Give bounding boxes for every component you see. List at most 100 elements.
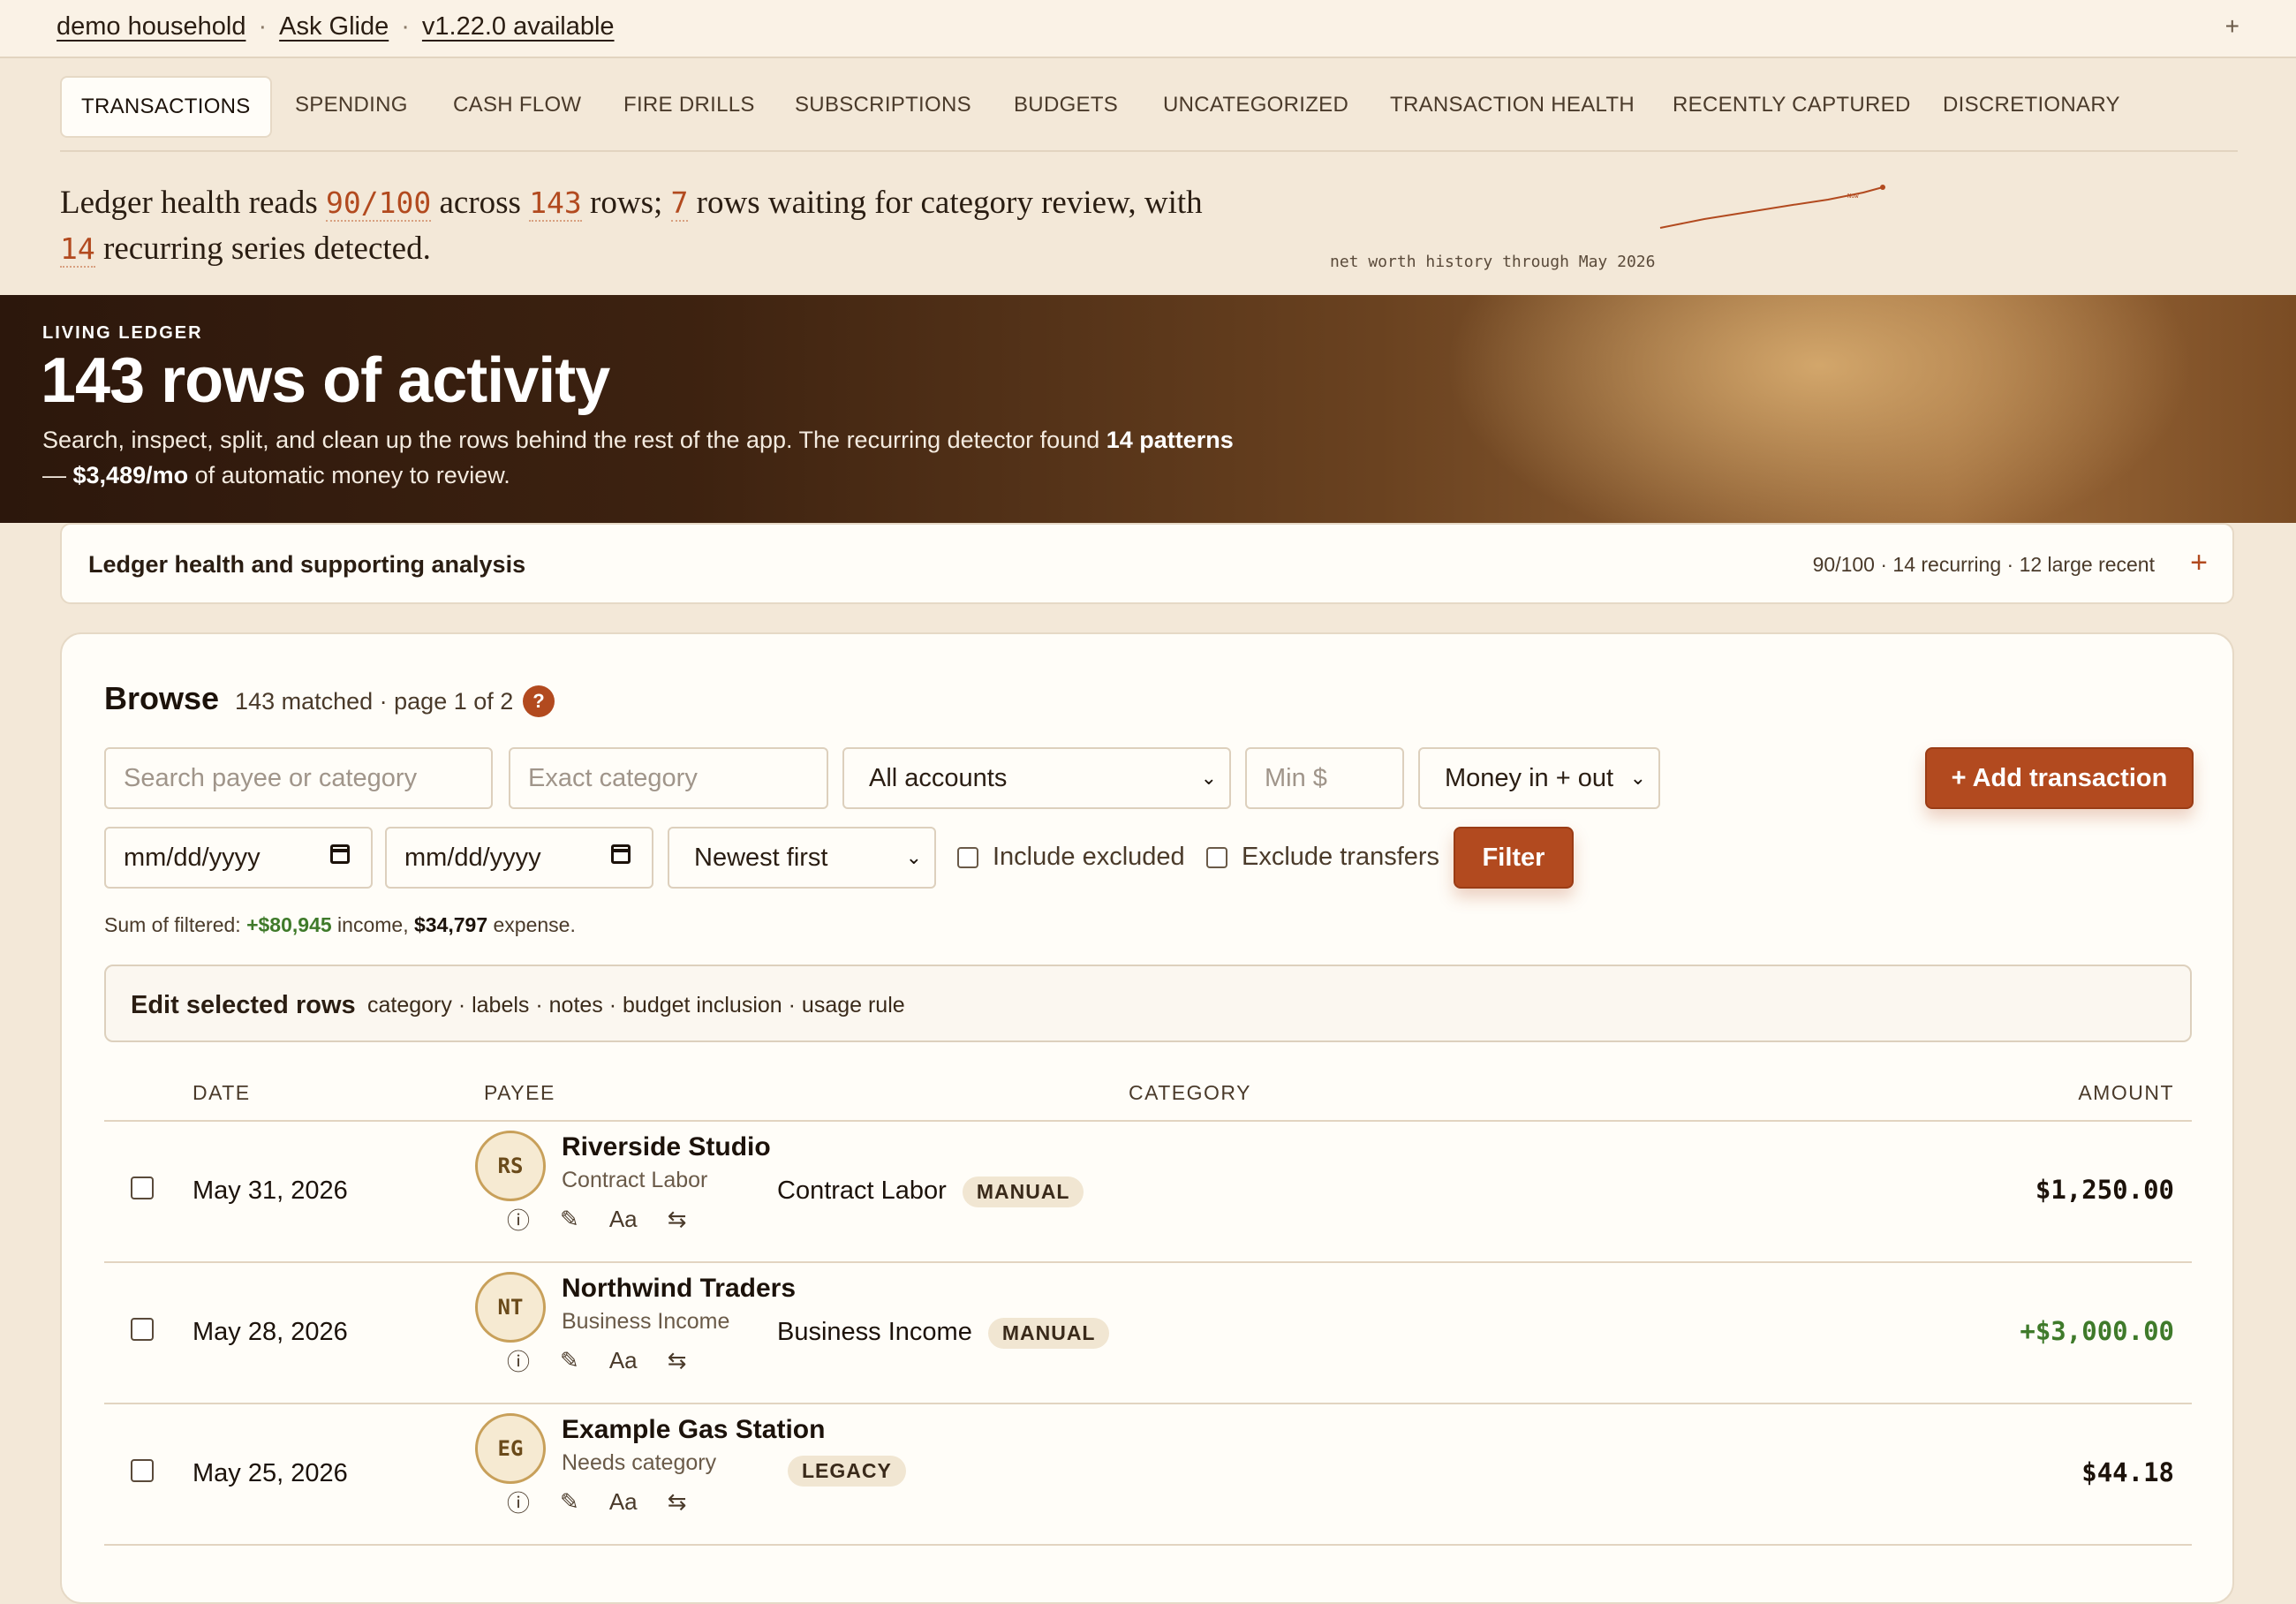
transfer-arrows-icon[interactable]: ⇆ <box>668 1488 687 1516</box>
info-icon[interactable]: ⓘ <box>507 1486 530 1518</box>
row-date: May 25, 2026 <box>193 1459 348 1487</box>
table-row[interactable]: May 25, 2026 EG Example Gas Station Need… <box>104 1403 2192 1546</box>
household-link[interactable]: demo household <box>57 12 245 41</box>
tab-spending[interactable]: SPENDING <box>295 76 408 134</box>
transfer-arrows-icon[interactable]: ⇆ <box>668 1206 687 1233</box>
row-payee[interactable]: Northwind Traders <box>562 1274 796 1304</box>
tab-budgets[interactable]: BUDGETS <box>1014 76 1118 134</box>
row-amount: $44.18 <box>2081 1457 2174 1487</box>
ledger-summary: Ledger health reads 90/100 across 143 ro… <box>60 185 1203 268</box>
sort-select[interactable]: Newest first ⌄ <box>668 827 936 889</box>
collapse-title: Ledger health and supporting analysis <box>88 551 526 578</box>
column-amount[interactable]: AMOUNT <box>2078 1081 2174 1105</box>
column-payee[interactable]: PAYEE <box>484 1081 555 1105</box>
info-icon[interactable]: ⓘ <box>507 1344 530 1377</box>
tab-cash-flow[interactable]: CASH FLOW <box>453 76 581 134</box>
rename-text-icon[interactable]: Aa <box>609 1206 638 1233</box>
ask-glide-link[interactable]: Ask Glide <box>279 12 389 41</box>
search-input[interactable]: Search payee or category <box>104 747 493 809</box>
column-category[interactable]: CATEGORY <box>1129 1081 1251 1105</box>
row-payee[interactable]: Riverside Studio <box>562 1132 771 1162</box>
row-amount: $1,250.00 <box>2035 1175 2174 1205</box>
row-actions: ⓘ ✎ Aa ⇆ <box>507 1344 716 1377</box>
tab-discretionary[interactable]: DISCRETIONARY <box>1943 76 2120 134</box>
expand-plus-icon[interactable]: + <box>2190 546 2208 580</box>
calendar-icon[interactable] <box>330 844 350 864</box>
hero-banner: LIVING LEDGER 143 rows of activity Searc… <box>0 295 2296 523</box>
info-icon[interactable]: ⓘ <box>507 1203 530 1236</box>
row-actions: ⓘ ✎ Aa ⇆ <box>507 1203 716 1236</box>
row-payee-sub: Contract Labor <box>562 1168 708 1192</box>
collapse-meta: 90/100 · 14 recurring · 12 large recent <box>1812 553 2155 576</box>
checkbox-box[interactable] <box>957 846 978 868</box>
edit-selected-rows-bar[interactable]: Edit selected rows category · labels · n… <box>104 965 2192 1042</box>
recurring-count: 14 <box>60 231 95 268</box>
top-bar: demo household · Ask Glide · v1.22.0 availab… <box>0 0 2296 58</box>
chevron-down-icon: ⌄ <box>905 846 922 868</box>
add-transaction-button[interactable]: + Add transaction <box>1925 747 2194 809</box>
row-actions: ⓘ ✎ Aa ⇆ <box>507 1486 716 1518</box>
filtered-income: +$80,945 <box>246 913 332 936</box>
edit-pencil-icon[interactable]: ✎ <box>560 1488 579 1516</box>
tab-transactions[interactable]: TRANSACTIONS <box>60 76 272 138</box>
row-count: 143 <box>529 185 582 222</box>
hero-kicker: LIVING LEDGER <box>42 323 203 343</box>
date-from-input[interactable]: mm/dd/yyyy <box>104 827 373 889</box>
sparkline-label: Now <box>1847 193 1859 200</box>
sparkline-endpoint <box>1880 185 1885 190</box>
payee-avatar: EG <box>475 1413 546 1484</box>
date-to-input[interactable]: mm/dd/yyyy <box>385 827 653 889</box>
filter-button[interactable]: Filter <box>1454 827 1574 889</box>
min-amount-input[interactable]: Min $ <box>1245 747 1404 809</box>
exclude-transfers-checkbox[interactable]: Exclude transfers <box>1206 843 1439 872</box>
payee-avatar: RS <box>475 1131 546 1201</box>
ledger-health-collapse[interactable]: Ledger health and supporting analysis 90… <box>60 523 2234 604</box>
version-link[interactable]: v1.22.0 available <box>422 12 615 41</box>
table-row[interactable]: May 28, 2026 NT Northwind Traders Busine… <box>104 1261 2192 1404</box>
net-worth-sparkline: Now <box>1659 185 1885 229</box>
tab-recently-captured[interactable]: RECENTLY CAPTURED <box>1673 76 1911 134</box>
payee-avatar: NT <box>475 1272 546 1343</box>
sparkline-caption: net worth history through May 2026 <box>1330 253 1656 271</box>
hero-title: 143 rows of activity <box>41 345 610 416</box>
rename-text-icon[interactable]: Aa <box>609 1347 638 1374</box>
tab-bar: TRANSACTIONS SPENDING CASH FLOW FIRE DRI… <box>60 76 2238 152</box>
account-select[interactable]: All accounts ⌄ <box>842 747 1231 809</box>
tab-fire-drills[interactable]: FIRE DRILLS <box>623 76 755 134</box>
tab-transaction-health[interactable]: TRANSACTION HEALTH <box>1390 76 1635 134</box>
row-payee-sub: Business Income <box>562 1309 730 1334</box>
edit-pencil-icon[interactable]: ✎ <box>560 1347 579 1374</box>
health-score: 90/100 <box>326 185 432 222</box>
checkbox-box[interactable] <box>1206 846 1227 868</box>
tab-uncategorized[interactable]: UNCATEGORIZED <box>1163 76 1348 134</box>
row-checkbox[interactable] <box>131 1177 154 1199</box>
browse-card: Browse 143 matched · page 1 of 2 ? Search… <box>60 632 2234 1604</box>
top-links: demo household · Ask Glide · v1.22.0 availab… <box>57 12 615 41</box>
status-badge[interactable]: LEGACY <box>788 1456 906 1487</box>
column-date[interactable]: DATE <box>193 1081 251 1105</box>
tab-subscriptions[interactable]: SUBSCRIPTIONS <box>795 76 971 134</box>
table-row[interactable]: May 31, 2026 RS Riverside Studio Contrac… <box>104 1120 2192 1263</box>
row-checkbox[interactable] <box>131 1459 154 1482</box>
waiting-count: 7 <box>670 185 689 222</box>
browse-title: Browse <box>104 680 220 716</box>
direction-select[interactable]: Money in + out ⌄ <box>1418 747 1660 809</box>
include-excluded-checkbox[interactable]: Include excluded <box>957 843 1185 872</box>
chevron-down-icon: ⌄ <box>1200 767 1217 789</box>
table-header: DATE PAYEE CATEGORY AMOUNT <box>104 1071 2192 1122</box>
help-icon[interactable]: ? <box>523 685 555 717</box>
filtered-expense: $34,797 <box>413 913 488 936</box>
row-category[interactable]: Contract Labor MANUAL <box>777 1177 1084 1207</box>
rename-text-icon[interactable]: Aa <box>609 1488 638 1516</box>
row-date: May 28, 2026 <box>193 1318 348 1346</box>
expand-plus-icon[interactable]: + <box>2225 12 2239 41</box>
row-payee[interactable]: Example Gas Station <box>562 1415 825 1445</box>
category-input[interactable]: Exact category <box>509 747 828 809</box>
transfer-arrows-icon[interactable]: ⇆ <box>668 1347 687 1374</box>
calendar-icon[interactable] <box>611 844 631 864</box>
row-payee-sub: Needs category <box>562 1450 717 1475</box>
row-category[interactable]: Business Income MANUAL <box>777 1318 1110 1349</box>
edit-pencil-icon[interactable]: ✎ <box>560 1206 579 1233</box>
browse-header: Browse 143 matched · page 1 of 2 <box>104 680 513 717</box>
row-checkbox[interactable] <box>131 1318 154 1341</box>
